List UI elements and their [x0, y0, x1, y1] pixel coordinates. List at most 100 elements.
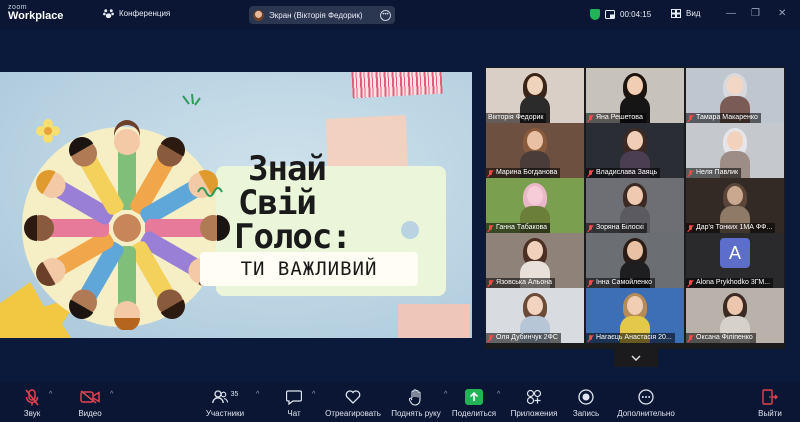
- view-label: Вид: [686, 9, 701, 18]
- participant-name-caption: Нагаєць Анастасія 20...: [586, 333, 675, 343]
- apps-button[interactable]: Приложения: [506, 388, 562, 418]
- audio-label: Звук: [23, 409, 41, 418]
- participant-tile[interactable]: Ганна Табакова: [486, 178, 584, 233]
- participant-name-caption: Ганна Табакова: [486, 223, 551, 233]
- mic-muted-icon: [25, 388, 39, 405]
- mic-muted-icon: [488, 224, 494, 232]
- participant-tile[interactable]: Оля Дубинчук 2ФС: [486, 288, 584, 343]
- participant-name: Alona Prykhodko 3ГМ...: [696, 279, 771, 286]
- slide-title-line2: Свій: [238, 183, 317, 223]
- maximize-icon[interactable]: ❐: [751, 8, 760, 19]
- raise-hand-button[interactable]: Поднять руку: [386, 388, 446, 418]
- participant-name-caption: Вікторія Федорик: [486, 113, 547, 123]
- apps-icon: [526, 389, 542, 405]
- more-dots-icon: [638, 389, 654, 405]
- zoom-logo: zoom Workplace: [8, 4, 63, 22]
- mic-muted-icon: [588, 224, 594, 232]
- pip-icon: [605, 10, 615, 19]
- participant-tile[interactable]: A Alona Prykhodko 3ГМ...: [686, 233, 784, 288]
- participant-name: Марина Богданова: [496, 169, 558, 176]
- video-options-caret[interactable]: ^: [110, 391, 113, 398]
- participants-options-caret[interactable]: ^: [256, 391, 259, 398]
- hand-icon: [409, 388, 421, 406]
- slide-title-line3: Голос:: [234, 217, 352, 257]
- participant-name-caption: Язовська Альона: [486, 278, 555, 288]
- meeting-info[interactable]: Конференция: [103, 8, 170, 19]
- view-button[interactable]: Вид: [671, 9, 700, 18]
- record-icon: [578, 389, 594, 405]
- screen-share-pill[interactable]: Экран (Вікторія Федорик) •••: [249, 6, 395, 24]
- gallery-next-page-button[interactable]: [614, 349, 658, 367]
- participant-tile[interactable]: Тамара Макаренко: [686, 68, 784, 123]
- participant-tile[interactable]: Яна Решетова: [586, 68, 684, 123]
- logo-workplace-text: Workplace: [8, 10, 64, 22]
- participant-tile[interactable]: Владислава Заяць: [586, 123, 684, 178]
- record-label: Запись: [572, 409, 600, 418]
- leave-button[interactable]: Выйти: [742, 388, 798, 418]
- participant-name-caption: Марина Богданова: [486, 168, 561, 178]
- presenter-avatar: [253, 9, 264, 21]
- chat-bubble-icon: [286, 389, 302, 405]
- minimize-icon[interactable]: —: [726, 8, 736, 19]
- participant-name-caption: Інна Самойленко: [586, 278, 656, 288]
- mic-muted-icon: [688, 334, 694, 342]
- participant-name: Оксана Філіпенко: [696, 334, 753, 341]
- participant-name-caption: Оля Дубинчук 2ФС: [486, 333, 561, 343]
- mic-muted-icon: [488, 169, 494, 177]
- raise-hand-label: Поднять руку: [391, 409, 441, 418]
- share-label: Поделиться: [451, 409, 497, 418]
- participants-button[interactable]: 35 Участники: [197, 388, 253, 418]
- react-button[interactable]: Отреагировать: [318, 388, 388, 418]
- participant-name: Інна Самойленко: [596, 279, 653, 286]
- audio-options-caret[interactable]: ^: [49, 391, 52, 398]
- participant-name: Яна Решетова: [596, 114, 643, 121]
- mic-muted-icon: [488, 279, 494, 287]
- more-button[interactable]: Дополнительно: [610, 388, 682, 418]
- participant-name-caption: Дар'я Тонких 1МА ФФ...: [686, 223, 776, 233]
- participant-tile[interactable]: Зоряна Білоскі: [586, 178, 684, 233]
- flower-icon: [36, 119, 60, 143]
- decor-peach-rectangle: [398, 304, 470, 338]
- leave-label: Выйти: [758, 409, 782, 418]
- share-options-caret[interactable]: ^: [497, 391, 500, 398]
- mic-muted-icon: [588, 114, 594, 122]
- participant-tile[interactable]: Вікторія Федорик: [486, 68, 584, 123]
- share-button[interactable]: Поделиться: [446, 388, 502, 418]
- participant-tile[interactable]: Язовська Альона: [486, 233, 584, 288]
- top-bar: zoom Workplace Конференция Экран (Віктор…: [0, 0, 800, 30]
- mic-muted-icon: [588, 279, 594, 287]
- participant-name: Тамара Макаренко: [696, 114, 758, 121]
- meeting-timer[interactable]: 00:04:15: [590, 9, 651, 20]
- participant-tile[interactable]: Марина Богданова: [486, 123, 584, 178]
- participant-name: Ганна Табакова: [496, 224, 548, 231]
- participant-tile[interactable]: Оксана Філіпенко: [686, 288, 784, 343]
- record-button[interactable]: Запись: [558, 388, 614, 418]
- participant-name: Неля Павлик: [696, 169, 739, 176]
- people-circle-illustration: [24, 120, 230, 330]
- participant-tile[interactable]: Дар'я Тонких 1МА ФФ...: [686, 178, 784, 233]
- react-label: Отреагировать: [325, 409, 381, 418]
- participant-tile[interactable]: Інна Самойленко: [586, 233, 684, 288]
- participant-name-caption: Неля Павлик: [686, 168, 742, 178]
- participant-name: Дар'я Тонких 1МА ФФ...: [696, 224, 773, 231]
- slide-subtitle-box: ТИ ВАЖЛИВИЙ: [200, 252, 418, 286]
- participant-tile[interactable]: Неля Павлик: [686, 123, 784, 178]
- sparkle-icon: [182, 94, 201, 106]
- mic-muted-icon: [588, 169, 594, 177]
- meeting-label: Конференция: [119, 9, 171, 18]
- mic-muted-icon: [588, 334, 594, 342]
- chat-options-caret[interactable]: ^: [312, 391, 315, 398]
- participant-tile[interactable]: Нагаєць Анастасія 20...: [586, 288, 684, 343]
- participant-name: Язовська Альона: [496, 279, 552, 286]
- participant-name-caption: Владислава Заяць: [586, 168, 661, 178]
- decor-barcode: [351, 72, 443, 99]
- close-icon[interactable]: ✕: [778, 8, 786, 19]
- participants-label: Участники: [205, 409, 245, 418]
- shield-icon: [590, 9, 600, 20]
- more-options-icon[interactable]: •••: [380, 9, 391, 21]
- participant-name: Вікторія Федорик: [488, 114, 544, 121]
- participants-count: 35: [230, 390, 239, 398]
- participant-name-caption: Оксана Філіпенко: [686, 333, 756, 343]
- mic-muted-icon: [688, 169, 694, 177]
- meeting-controls-bar: Звук ^ Видео ^ 35 Участники ^ Чат ^ Отре…: [0, 382, 800, 422]
